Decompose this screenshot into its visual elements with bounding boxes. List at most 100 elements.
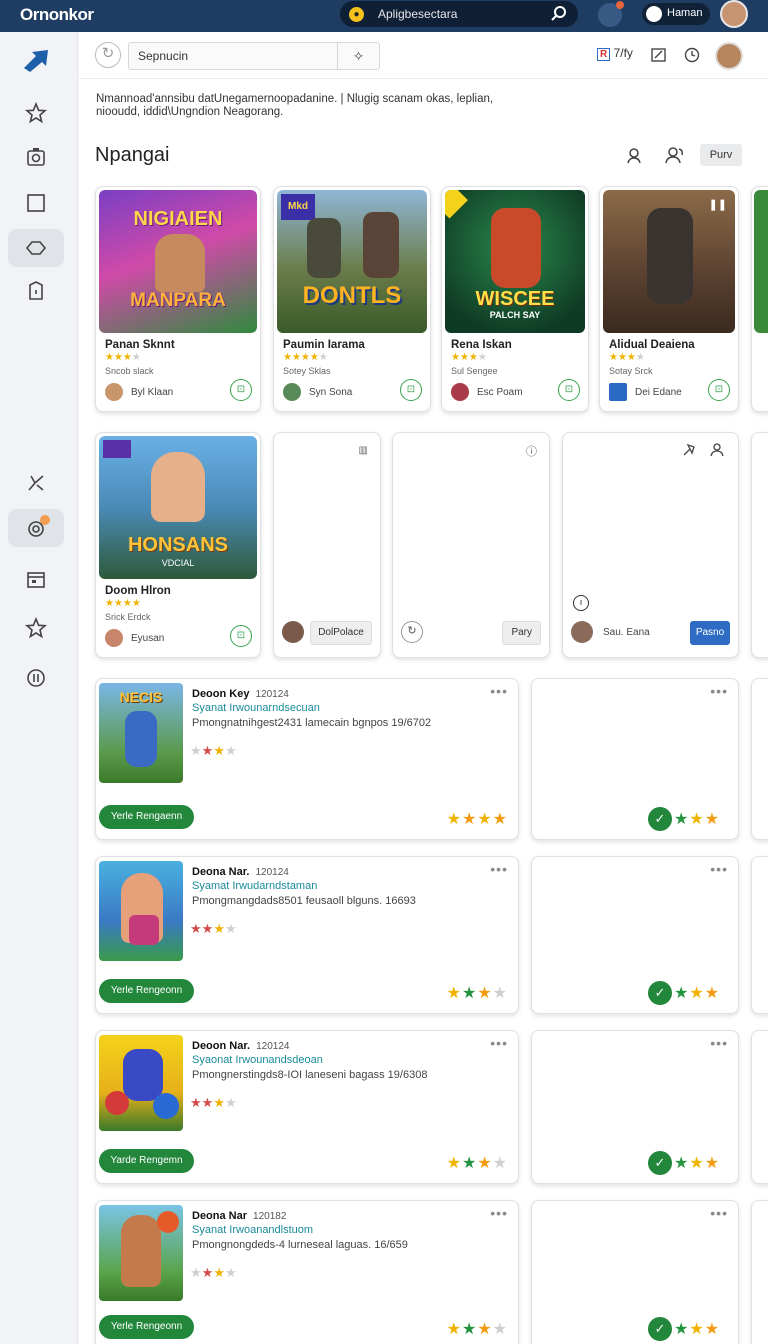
activity-badge [40, 515, 50, 525]
more-options-icon[interactable]: ••• [710, 861, 728, 877]
placeholder-card[interactable]: ▥ DolPolace [273, 432, 381, 658]
add-icon[interactable]: ⊡ [230, 625, 252, 647]
character-figure [307, 218, 341, 278]
profile-avatar[interactable] [715, 42, 743, 70]
author-avatar [282, 621, 304, 643]
list-item-side[interactable]: ••• ✓ ★★★ [531, 1200, 739, 1344]
game-card[interactable]: NIGIAIEN MANPARA Panan Sknnt ★★★★ Sncob … [95, 186, 261, 412]
sidebar-item-help[interactable] [8, 659, 64, 697]
author-button[interactable]: DolPolace [310, 621, 372, 645]
placeholder-card[interactable]: ⓘ ↻ Pary [392, 432, 550, 658]
sidebar-item-calendar[interactable] [8, 560, 64, 598]
game-card[interactable]: HONSANS VDCIAL Doom Hlron ★★★★ Srick Erd… [95, 432, 261, 658]
filter-button[interactable]: ✧ [337, 43, 379, 69]
clock-icon[interactable] [684, 47, 700, 63]
top-search-bar[interactable]: ● Apligbesectara [340, 1, 578, 27]
placeholder-card-partial[interactable] [751, 432, 768, 658]
more-options-icon[interactable]: ••• [710, 1035, 728, 1051]
cta-button[interactable]: Yarde Rengemn [99, 1149, 194, 1173]
game-title: Rena Iskan [451, 339, 512, 351]
game-subtitle: Srick Erdck [105, 612, 151, 622]
search-input[interactable] [129, 43, 339, 69]
author-avatar [571, 621, 593, 643]
add-icon[interactable]: ⊡ [400, 379, 422, 401]
check-icon[interactable]: ✓ [648, 1317, 672, 1341]
more-options-icon[interactable]: ••• [710, 683, 728, 699]
author-name: Byl Klaan [131, 387, 174, 398]
more-options-icon[interactable]: ••• [490, 1205, 508, 1221]
share-icon[interactable] [682, 443, 696, 457]
more-options-icon[interactable]: ••• [490, 683, 508, 699]
list-subtitle: Syanat Irwounarndsecuan [192, 702, 320, 714]
list-item-partial[interactable] [751, 1200, 768, 1344]
rating-stars-large: ★★★★ [446, 811, 508, 828]
person-icon[interactable] [710, 443, 724, 457]
add-icon[interactable]: ⊡ [708, 379, 730, 401]
sidebar-item-files[interactable] [8, 272, 64, 310]
placeholder-footer: DolPolace [282, 621, 372, 645]
check-icon[interactable]: ✓ [648, 807, 672, 831]
play-button[interactable]: Pary [502, 621, 541, 645]
cta-button[interactable]: Yerle Rengaenn [99, 805, 194, 829]
list-date: 120124 [255, 867, 289, 878]
cta-button[interactable]: Yerle Rengeonn [99, 979, 194, 1003]
camera-icon [27, 148, 45, 166]
list-item[interactable]: Deona Nar. 120124 Syamat Irwudarndstaman … [95, 856, 519, 1014]
game-cover [754, 190, 768, 333]
more-options-icon[interactable]: ••• [490, 1035, 508, 1051]
refresh-icon[interactable]: ↻ [401, 621, 423, 643]
sidebar-item-starred[interactable] [8, 609, 64, 647]
cta-button[interactable]: Yerle Rengeonn [99, 1315, 194, 1339]
more-options-icon[interactable]: ••• [710, 1205, 728, 1221]
search-bar[interactable]: ✧ [128, 42, 380, 70]
app-logo-icon[interactable] [22, 48, 52, 72]
edit-icon[interactable] [651, 47, 667, 63]
game-card[interactable]: ❚❚ Alidual Deaiena ★★★★ Sotay Srck Dei E… [599, 186, 739, 412]
placeholder-card[interactable]: ı Sau. Eana Pasno [562, 432, 739, 658]
notification-button[interactable] [598, 1, 624, 27]
primary-button[interactable]: Pasno [690, 621, 730, 645]
brand-logo[interactable]: Ornonkor [20, 5, 94, 25]
list-item[interactable]: Deona Nar 120182 Syanat Irwoanandlstuom P… [95, 1200, 519, 1344]
check-icon[interactable]: ✓ [648, 1151, 672, 1175]
add-icon[interactable]: ⊡ [230, 379, 252, 401]
sidebar-item-favorites[interactable] [8, 94, 64, 132]
character-figure [129, 915, 159, 945]
refresh-button[interactable]: ↻ [95, 42, 121, 68]
sidebar-item-library[interactable] [8, 184, 64, 222]
rating-stars-large: ★★★★ [446, 985, 508, 1002]
list-item-side[interactable]: ••• ✓ ★★★ [531, 856, 739, 1014]
file-icon [29, 281, 43, 300]
play-button[interactable]: Purv [700, 144, 742, 166]
puzzle-icon [25, 241, 47, 255]
more-options-icon[interactable]: ••• [490, 861, 508, 877]
game-card[interactable]: WISCEE PALCH SAY Rena Iskan ★★★★ Sul Sen… [441, 186, 589, 412]
list-item-partial[interactable] [751, 856, 768, 1014]
avatar[interactable] [720, 0, 748, 28]
sidebar-item-activity[interactable] [8, 509, 64, 547]
sidebar-item-games[interactable] [8, 229, 64, 267]
user-search-icon[interactable] [626, 146, 644, 164]
sidebar-item-tools[interactable] [8, 464, 64, 502]
game-card-partial[interactable] [751, 186, 768, 412]
list-item[interactable]: Deoon Nar. 120124 Syaonat Irwounandsdeoan… [95, 1030, 519, 1184]
list-item-partial[interactable] [751, 678, 768, 840]
list-item-side[interactable]: ••• ✓ ★★★ [531, 1030, 739, 1184]
game-subtitle: Sncob slack [105, 366, 154, 376]
user-menu[interactable]: Haman [642, 3, 710, 25]
list-subtitle: Syaonat Irwounandsdeoan [192, 1054, 323, 1066]
thumb-title: NECIS [119, 689, 163, 705]
search-icon[interactable] [550, 5, 568, 23]
game-card[interactable]: Mkd DONTLS Paumin Iarama ★★★★★ Sotey Skl… [273, 186, 431, 412]
users-icon[interactable] [664, 146, 686, 164]
add-icon[interactable]: ⊡ [558, 379, 580, 401]
check-icon[interactable]: ✓ [648, 981, 672, 1005]
list-item-partial[interactable] [751, 1030, 768, 1184]
rating-indicator[interactable]: R 7/fy [597, 46, 633, 61]
list-item-side[interactable]: ••• ✓ ★★★ [531, 678, 739, 840]
list-item[interactable]: NECIS Deoon Key 120124 Syanat Irwounarnds… [95, 678, 519, 840]
sidebar-item-camera[interactable] [8, 138, 64, 176]
author-name: Dei Edane [635, 387, 682, 398]
user-name: Haman [667, 7, 703, 19]
list-title-text: Deoon Key [192, 688, 250, 700]
